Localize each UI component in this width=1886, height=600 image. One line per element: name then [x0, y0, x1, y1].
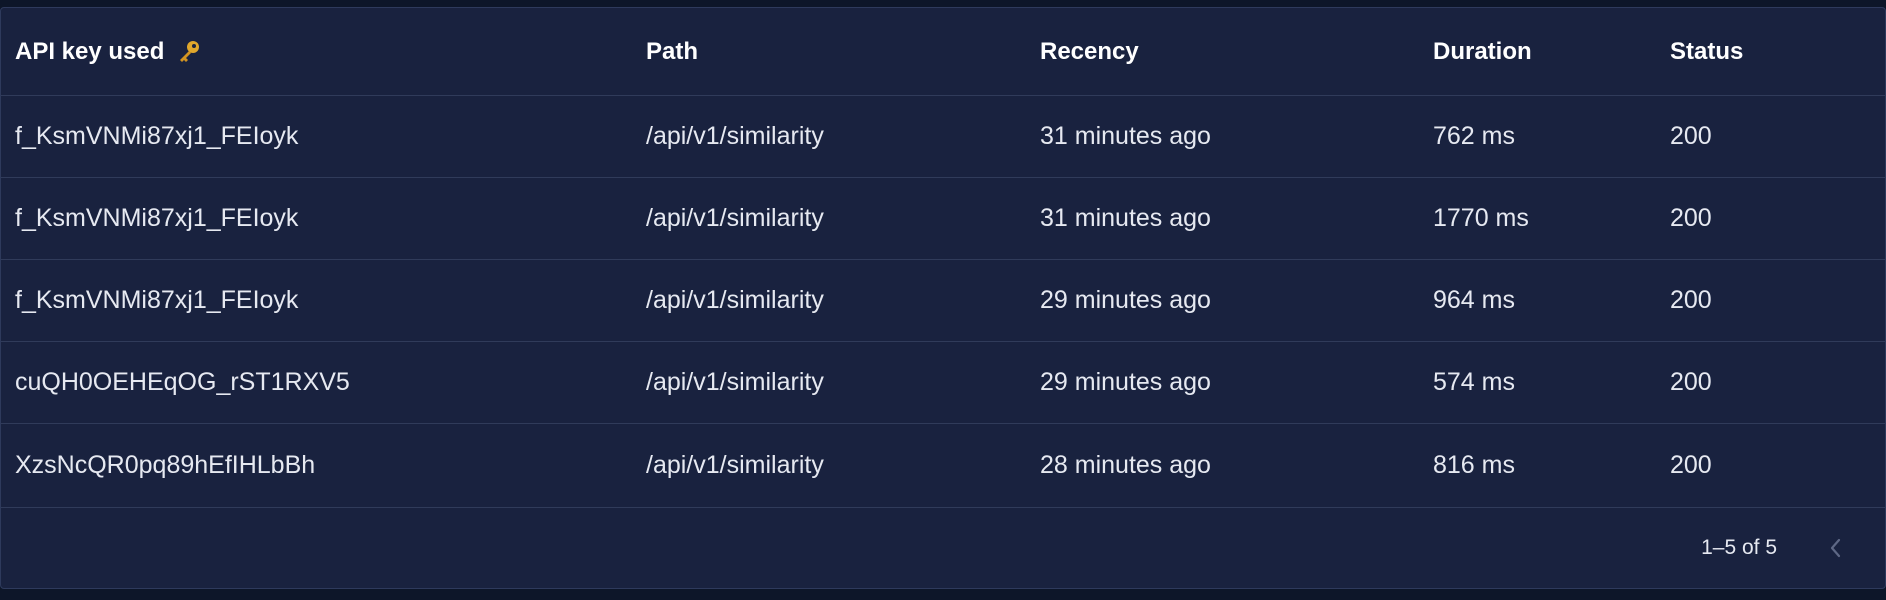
cell-path: /api/v1/similarity	[646, 204, 824, 232]
cell-duration: 762 ms	[1433, 122, 1515, 150]
table-row[interactable]: f_KsmVNMi87xj1_FEIoyk /api/v1/similarity…	[1, 96, 1885, 178]
cell-path: /api/v1/similarity	[646, 286, 824, 314]
header-path[interactable]: Path	[646, 8, 698, 95]
pagination-range: 1–5 of 5	[1701, 536, 1777, 559]
cell-recency: 29 minutes ago	[1040, 368, 1211, 396]
api-requests-table: API key used Path Recency Duration Statu…	[0, 7, 1886, 589]
table-row[interactable]: cuQH0OEHEqOG_rST1RXV5 /api/v1/similarity…	[1, 342, 1885, 424]
previous-page-button[interactable]	[1813, 526, 1857, 570]
cell-recency: 28 minutes ago	[1040, 451, 1211, 479]
cell-path: /api/v1/similarity	[646, 368, 824, 396]
cell-status: 200	[1670, 204, 1712, 232]
cell-status: 200	[1670, 122, 1712, 150]
cell-duration: 1770 ms	[1433, 204, 1529, 232]
header-status[interactable]: Status	[1670, 8, 1743, 95]
table-row[interactable]: XzsNcQR0pq89hEfIHLbBh /api/v1/similarity…	[1, 424, 1885, 508]
table-header-row: API key used Path Recency Duration Statu…	[1, 8, 1885, 96]
cell-duration: 816 ms	[1433, 451, 1515, 479]
cell-duration: 574 ms	[1433, 368, 1515, 396]
cell-path: /api/v1/similarity	[646, 122, 824, 150]
header-duration[interactable]: Duration	[1433, 8, 1532, 95]
header-api-key[interactable]: API key used	[15, 8, 202, 95]
cell-api-key: f_KsmVNMi87xj1_FEIoyk	[15, 122, 299, 150]
cell-path: /api/v1/similarity	[646, 451, 824, 479]
table-pagination: 1–5 of 5	[1, 508, 1885, 588]
header-recency[interactable]: Recency	[1040, 8, 1139, 95]
cell-recency: 29 minutes ago	[1040, 286, 1211, 314]
cell-duration: 964 ms	[1433, 286, 1515, 314]
table-row[interactable]: f_KsmVNMi87xj1_FEIoyk /api/v1/similarity…	[1, 260, 1885, 342]
table-row[interactable]: f_KsmVNMi87xj1_FEIoyk /api/v1/similarity…	[1, 178, 1885, 260]
chevron-left-icon	[1830, 538, 1841, 558]
cell-status: 200	[1670, 286, 1712, 314]
cell-status: 200	[1670, 368, 1712, 396]
cell-api-key: f_KsmVNMi87xj1_FEIoyk	[15, 204, 299, 232]
cell-recency: 31 minutes ago	[1040, 122, 1211, 150]
cell-status: 200	[1670, 451, 1712, 479]
cell-recency: 31 minutes ago	[1040, 204, 1211, 232]
cell-api-key: f_KsmVNMi87xj1_FEIoyk	[15, 286, 299, 314]
key-icon	[180, 40, 200, 62]
cell-api-key: XzsNcQR0pq89hEfIHLbBh	[15, 451, 316, 479]
cell-api-key: cuQH0OEHEqOG_rST1RXV5	[15, 368, 350, 396]
header-api-key-label: API key used	[15, 37, 165, 65]
